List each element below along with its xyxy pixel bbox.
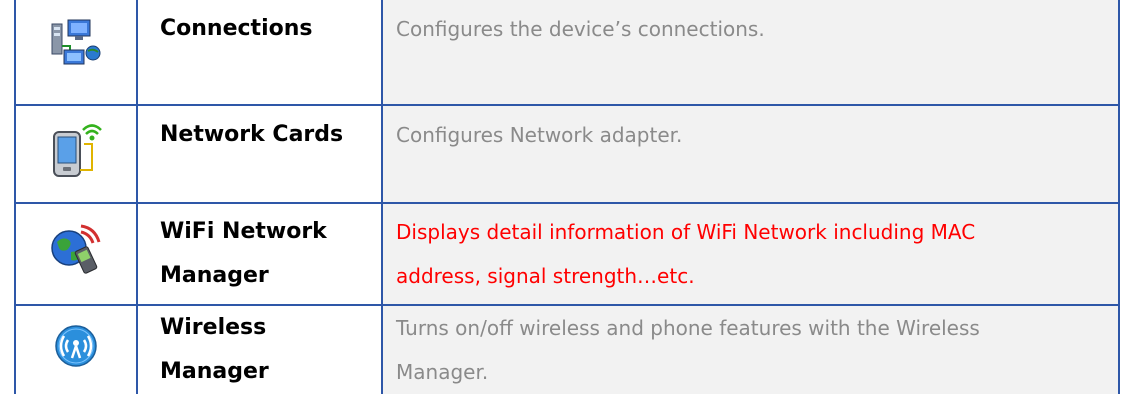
wireless-manager-icon xyxy=(55,325,97,367)
setting-description-highlighted: Displays detail information of WiFi Netw… xyxy=(396,220,976,288)
table-row: WiFi Network Manager Displays detail inf… xyxy=(14,203,1120,306)
setting-description: Configures the device’s connections. xyxy=(396,17,765,41)
setting-name: Connections xyxy=(160,16,313,41)
description-cell: Displays detail information of WiFi Netw… xyxy=(381,203,1120,306)
name-cell: WiFi Network Manager xyxy=(136,203,383,306)
description-cell: Configures Network adapter. xyxy=(381,105,1120,204)
icon-cell xyxy=(14,203,138,306)
setting-name: Network Cards xyxy=(160,122,344,147)
description-cell: Turns on/off wireless and phone features… xyxy=(381,305,1120,394)
table-row: Wireless Manager Turns on/off wireless a… xyxy=(14,305,1120,394)
name-cell: Connections xyxy=(136,0,383,106)
setting-name: WiFi Network Manager xyxy=(160,219,327,288)
description-cell: Configures the device’s connections. xyxy=(381,0,1120,106)
network-card-icon xyxy=(53,124,102,177)
icon-cell xyxy=(14,105,138,204)
setting-description: Configures Network adapter. xyxy=(396,123,683,147)
wifi-network-manager-icon xyxy=(51,224,101,274)
icon-cell xyxy=(14,0,138,106)
icon-cell xyxy=(14,305,138,394)
setting-name: Wireless Manager xyxy=(160,315,269,384)
name-cell: Network Cards xyxy=(136,105,383,204)
table-row: Connections Configures the device’s conn… xyxy=(14,0,1120,106)
setting-description: Turns on/off wireless and phone features… xyxy=(396,316,980,384)
name-cell: Wireless Manager xyxy=(136,305,383,394)
settings-table: Connections Configures the device’s conn… xyxy=(14,0,1120,394)
table-row: Network Cards Configures Network adapter… xyxy=(14,105,1120,204)
network-connections-icon xyxy=(51,19,101,65)
